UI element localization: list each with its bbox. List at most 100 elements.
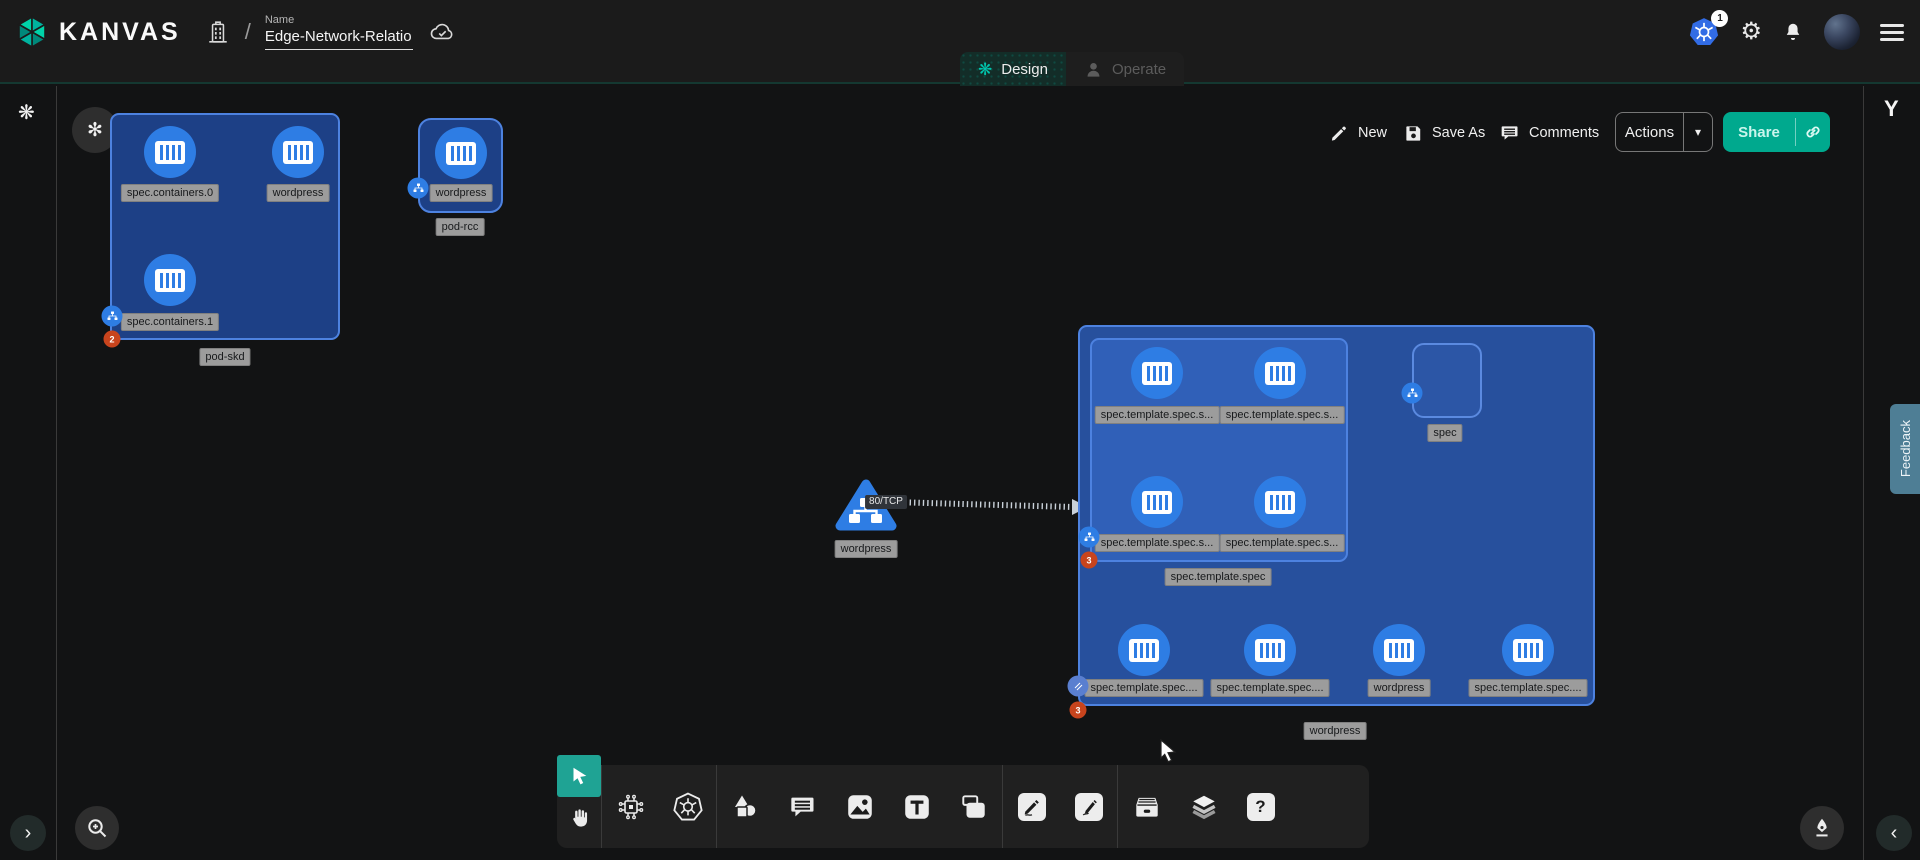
layers-tool[interactable] <box>1175 765 1232 848</box>
kubernetes-context-icon[interactable]: 1 <box>1688 16 1720 48</box>
container-node-bottom-3[interactable] <box>1502 624 1554 676</box>
share-button[interactable]: Share <box>1723 112 1830 152</box>
feedback-tab[interactable]: Feedback <box>1890 404 1920 494</box>
tab-design[interactable]: ❋ Design <box>960 52 1066 86</box>
actions-button[interactable]: Actions ▾ <box>1615 112 1713 152</box>
cloud-save-status-icon[interactable] <box>429 21 457 43</box>
drawer-tool[interactable] <box>1118 765 1175 848</box>
new-button[interactable]: New <box>1330 114 1387 152</box>
comment-icon <box>1500 123 1520 143</box>
comment-tool[interactable] <box>774 765 831 848</box>
edge-service-to-deployment[interactable] <box>884 492 1092 520</box>
node-label: spec.template.spec.... <box>1211 679 1330 697</box>
hand-icon <box>567 806 591 830</box>
mode-tabs: ❋ Design Operate <box>960 52 1184 86</box>
kubernetes-tool[interactable] <box>659 765 716 848</box>
pen-mode-button[interactable] <box>1800 806 1844 850</box>
container-node-bottom-1[interactable] <box>1244 624 1296 676</box>
container-node-template-0[interactable] <box>1131 347 1183 399</box>
container-node-spec-containers-1[interactable] <box>144 254 196 306</box>
collapsed-count-badge[interactable]: 3 <box>1070 702 1087 719</box>
select-tool[interactable] <box>557 755 601 797</box>
node-label: spec.template.spec.... <box>1085 679 1204 697</box>
tab-operate[interactable]: Operate <box>1066 52 1184 86</box>
pencil-tool[interactable] <box>1060 765 1117 848</box>
zoom-in-button[interactable] <box>75 806 119 850</box>
hierarchy-badge-icon[interactable] <box>102 306 123 327</box>
drawer-archive-icon <box>1132 792 1162 822</box>
container-node-spec-containers-0[interactable] <box>144 126 196 178</box>
help-tool[interactable]: ? <box>1232 765 1289 848</box>
mouse-cursor <box>1157 738 1179 764</box>
shapes-icon <box>731 792 761 822</box>
node-label: spec <box>1427 424 1462 442</box>
node-label: spec.template.spec.s... <box>1095 534 1220 552</box>
sync-swirl-icon[interactable]: ❋ <box>18 100 35 125</box>
hierarchy-badge-icon[interactable] <box>1402 383 1423 404</box>
text-tool[interactable] <box>888 765 945 848</box>
chip-icon <box>616 792 646 822</box>
design-name-input[interactable] <box>265 28 413 50</box>
brand-title: KANVAS <box>59 18 181 47</box>
cursor-arrow-icon <box>568 765 590 787</box>
container-node-bottom-2[interactable] <box>1373 624 1425 676</box>
container-node-wordpress-1[interactable] <box>272 126 324 178</box>
container-icon <box>1129 639 1159 662</box>
container-icon <box>1265 491 1295 514</box>
container-node-template-3[interactable] <box>1254 476 1306 528</box>
user-avatar[interactable] <box>1824 14 1860 50</box>
component-tool[interactable] <box>602 765 659 848</box>
kanvas-app: KANVAS / Name <box>0 0 1920 860</box>
container-icon <box>446 142 476 165</box>
container-icon <box>1142 491 1172 514</box>
design-name-label: Name <box>265 14 413 26</box>
expand-left-panel-button[interactable]: › <box>10 815 46 851</box>
share-label: Share <box>1723 124 1795 141</box>
actions-caret-icon[interactable]: ▾ <box>1684 125 1712 139</box>
hierarchy-badge-icon[interactable] <box>1079 527 1100 548</box>
menu-hamburger-icon[interactable] <box>1880 24 1904 41</box>
text-icon <box>902 792 932 822</box>
pen-icon <box>1022 797 1042 817</box>
save-as-button[interactable]: Save As <box>1404 114 1485 152</box>
flower-icon: ✻ <box>87 119 103 142</box>
node-label: wordpress <box>267 184 330 202</box>
comment-icon <box>789 793 817 821</box>
node-label: wordpress <box>430 184 493 202</box>
tab-operate-label: Operate <box>1112 61 1166 78</box>
kanvas-logo-icon[interactable] <box>14 14 50 50</box>
pan-tool[interactable] <box>557 797 601 839</box>
pen-tool[interactable] <box>1003 765 1060 848</box>
group-spec-template-spec[interactable] <box>1090 338 1348 562</box>
expand-right-panel-button[interactable]: ‹ <box>1876 815 1912 851</box>
container-node-wordpress-2[interactable] <box>435 127 487 179</box>
note-tool[interactable] <box>945 765 1002 848</box>
image-icon <box>845 792 875 822</box>
settings-gear-icon[interactable]: ⚙ <box>1740 20 1762 44</box>
hierarchy-badge-icon[interactable] <box>408 178 429 199</box>
container-icon <box>155 269 185 292</box>
layers-icon <box>1189 792 1219 822</box>
group-label: wordpress <box>1304 722 1367 740</box>
group-label: pod-skd <box>199 348 250 366</box>
collapsed-count-badge[interactable]: 2 <box>104 331 121 348</box>
notifications-bell-icon[interactable] <box>1782 20 1804 44</box>
container-icon <box>1265 362 1295 385</box>
y-panel-icon[interactable]: Y <box>1884 96 1899 122</box>
container-node-bottom-0[interactable] <box>1118 624 1170 676</box>
image-tool[interactable] <box>831 765 888 848</box>
copy-link-icon[interactable] <box>1796 123 1830 141</box>
shapes-tool[interactable] <box>717 765 774 848</box>
feedback-label: Feedback <box>1898 420 1913 477</box>
organization-icon[interactable] <box>207 20 229 44</box>
deployment-badge-icon[interactable] <box>1068 676 1089 697</box>
container-node-template-1[interactable] <box>1254 347 1306 399</box>
node-label: wordpress <box>1368 679 1431 697</box>
collapsed-count-badge[interactable]: 3 <box>1081 552 1098 569</box>
pencil-draw-icon <box>1079 797 1099 817</box>
chevron-right-icon: › <box>25 822 32 845</box>
design-name-block: Name <box>265 14 413 50</box>
container-node-template-2[interactable] <box>1131 476 1183 528</box>
node-spec[interactable] <box>1412 343 1482 418</box>
comments-button[interactable]: Comments <box>1500 114 1599 152</box>
